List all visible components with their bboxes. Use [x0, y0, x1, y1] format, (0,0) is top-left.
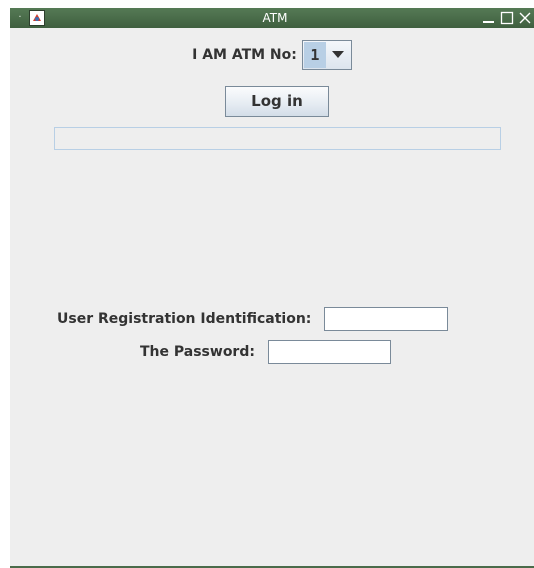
- page: · ATM I AM ATM No: 1 Log in User Registr…: [0, 0, 534, 568]
- password-label: The Password:: [140, 344, 255, 360]
- login-button[interactable]: Log in: [225, 86, 329, 117]
- maximize-icon[interactable]: [499, 10, 515, 26]
- minimize-icon[interactable]: [481, 10, 497, 26]
- user-id-label: User Registration Identification:: [57, 311, 312, 327]
- atm-number-label: I AM ATM No:: [192, 47, 297, 63]
- user-id-row: User Registration Identification:: [57, 306, 449, 332]
- close-icon[interactable]: [517, 10, 533, 26]
- user-id-input[interactable]: [324, 307, 449, 331]
- atm-window: · ATM I AM ATM No: 1 Log in User Registr…: [10, 8, 534, 568]
- chevron-down-icon[interactable]: [326, 42, 350, 68]
- status-field: [54, 127, 501, 150]
- password-row: The Password:: [140, 339, 391, 365]
- window-title: ATM: [262, 11, 288, 25]
- content-pane: I AM ATM No: 1 Log in User Registration …: [10, 28, 534, 568]
- title-bar[interactable]: · ATM: [10, 8, 534, 28]
- atm-number-value: 1: [303, 42, 326, 68]
- atm-selector-row: I AM ATM No: 1: [10, 39, 534, 71]
- password-input[interactable]: [267, 340, 391, 364]
- atm-number-dropdown[interactable]: 1: [301, 40, 352, 70]
